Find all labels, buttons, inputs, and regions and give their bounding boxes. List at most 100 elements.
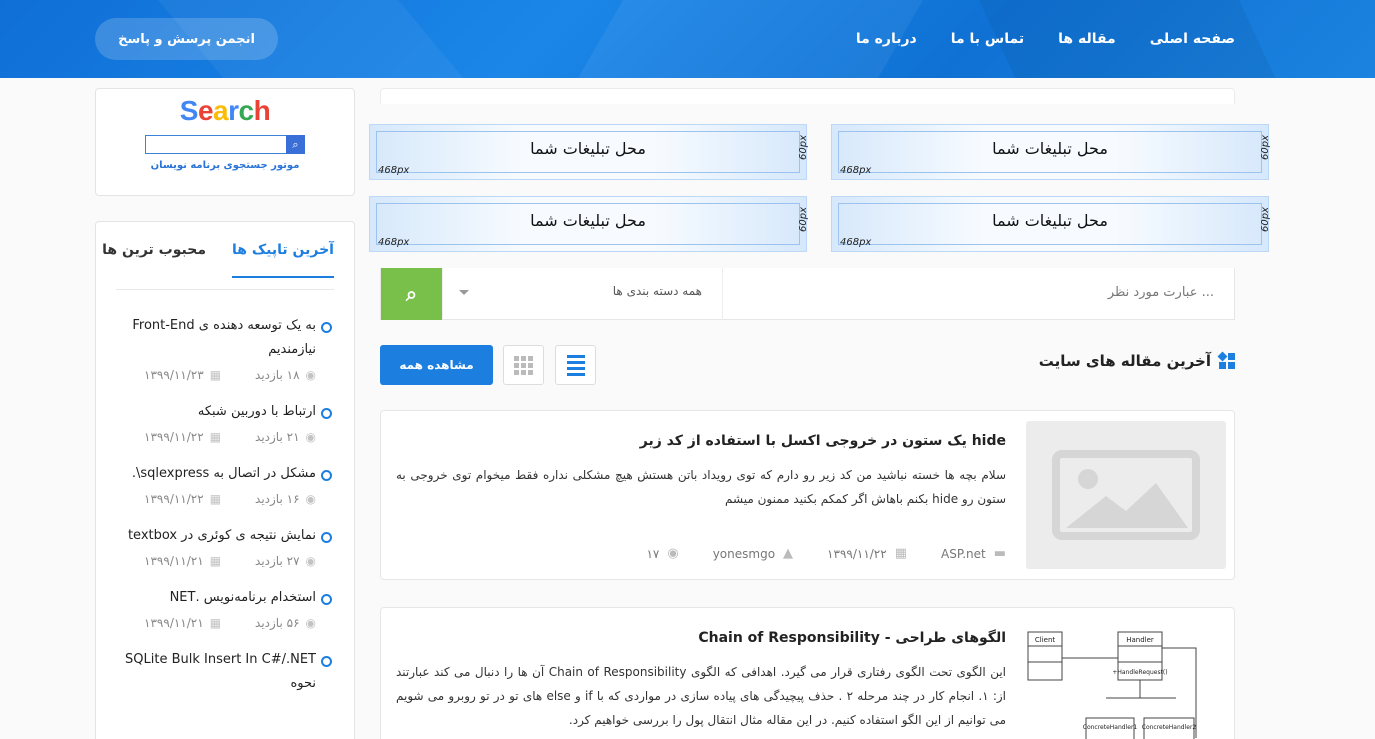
article-card[interactable]: Client Handler +HandleRequest() Concrete… [380,607,1235,739]
tabs-divider [116,289,334,290]
article-title[interactable]: hide یک ستون در خروجی اکسل با استفاده از… [396,429,1006,453]
article-content: hide یک ستون در خروجی اکسل با استفاده از… [396,429,1006,511]
ad-height-label: 60px [1260,207,1271,232]
ad-height-label: 60px [1260,135,1271,160]
article-content: الگوهای طراحی - Chain of Responsibility … [396,626,1006,732]
calendar-icon: ▦ [209,430,222,444]
article-category[interactable]: ASP.net [941,547,986,561]
search-input[interactable] [145,135,287,154]
topic-views: ۲۱ بازدید [255,430,300,444]
ad-width-label: 468px [378,237,410,248]
ad-banner[interactable]: محل تبلیغات شما 468px 60px [831,124,1271,180]
folder-icon: ▬ [993,546,1006,561]
ad-text: محل تبلیغات شما [530,211,646,230]
search-logo-letter: a [213,95,229,126]
image-placeholder-icon[interactable] [1026,421,1226,569]
ad-width-label: 468px [840,165,872,176]
list-icon [566,354,585,358]
diagram-label: +HandleRequest() [1112,669,1167,676]
eye-icon: ◉ [305,554,316,568]
search-logo-letter: r [228,95,239,126]
article-diagram-thumbnail[interactable]: Client Handler +HandleRequest() Concrete… [1026,618,1226,739]
keyword-input[interactable]: عبارت مورد نظر ... [1108,285,1214,300]
topic-title[interactable]: به یک توسعه دهنده ی Front-End نیازمندیم [114,314,334,362]
nav-home[interactable]: صفحه اصلی [1150,31,1235,47]
nav-articles[interactable]: مقاله ها [1058,31,1116,47]
topic-title[interactable]: مشکل در اتصال به sqlexpress\. [114,462,334,486]
ad-banner[interactable]: محل تبلیغات شما 468px 60px [369,196,809,252]
ad-height-label: 60px [798,207,809,232]
ad-text: محل تبلیغات شما [530,139,646,158]
search-logo-letter: c [238,95,255,126]
topic-meta: ◉ ۲۷ بازدید ▦ ۱۳۹۹/۱۱/۲۱ [114,554,334,568]
eye-icon: ◉ [667,546,679,561]
see-all-button[interactable]: مشاهده همه [380,345,493,385]
topic-title[interactable]: نمایش نتیجه ی کوئری در textbox [114,524,334,548]
diagram-label: ConcreteHandler1 [1083,724,1138,731]
list-item[interactable]: نمایش نتیجه ی کوئری در textbox ◉ ۲۷ بازد… [114,524,334,568]
topic-list: به یک توسعه دهنده ی Front-End نیازمندیم … [114,314,334,714]
topic-title[interactable]: SQLite Bulk Insert In C#/.NET نحوه [114,648,334,696]
forum-button[interactable]: انجمن پرسش و پاسخ [95,18,278,60]
search-button[interactable]: ⌕ [286,135,305,154]
topics-widget: آخرین تاپیک ها محبوب ترین ها به یک توسعه… [95,221,355,739]
topic-views: ۱۶ بازدید [255,492,300,506]
section-title-text: آخرین مقاله های سایت [1038,352,1211,370]
search-logo: Search [96,95,354,127]
topic-meta: ◉ ۵۶ بازدید ▦ ۱۳۹۹/۱۱/۲۱ [114,616,334,630]
search-icon: ⌕ [292,137,299,151]
eye-icon: ◉ [305,430,316,444]
eye-icon: ◉ [305,492,316,506]
calendar-icon: ▦ [894,546,907,561]
category-select[interactable]: همه دسته بندی ها [442,268,723,320]
tab-popular-topics[interactable]: محبوب ترین ها [102,242,206,278]
ad-width-label: 468px [378,165,410,176]
section-title: آخرین مقاله های سایت [1038,351,1235,370]
ad-banner[interactable]: محل تبلیغات شما 468px 60px [831,196,1271,252]
diagram-label: ConcreteHandler2 [1142,724,1197,731]
article-excerpt: این الگوی تحت الگوی رفتاری قرار می گیرد.… [396,665,1007,727]
list-item[interactable]: ارتباط با دوربین شبکه ◉ ۲۱ بازدید ▦ ۱۳۹۹… [114,400,334,444]
eye-icon: ◉ [305,616,316,630]
article-author[interactable]: yonesmgo [713,547,775,561]
category-select-value: همه دسته بندی ها [612,284,702,298]
topic-title[interactable]: استخدام برنامه‌نویس .NET [114,586,334,610]
search-logo-letter: e [197,95,214,126]
topic-date: ۱۳۹۹/۱۱/۲۲ [144,492,204,506]
list-item[interactable]: استخدام برنامه‌نویس .NET ◉ ۵۶ بازدید ▦ ۱… [114,586,334,630]
list-item[interactable]: مشکل در اتصال به sqlexpress\. ◉ ۱۶ بازدی… [114,462,334,506]
article-excerpt: سلام بچه ها خسته نباشید من کد زیر رو دار… [396,468,1006,506]
topic-views: ۱۸ بازدید [255,368,300,382]
search-caption: موتور جستجوی برنامه نویسان [150,160,300,171]
ad-text: محل تبلیغات شما [992,139,1108,158]
list-item[interactable]: SQLite Bulk Insert In C#/.NET نحوه [114,648,334,696]
article-views: ۱۷ [646,546,660,561]
topic-meta: ◉ ۲۱ بازدید ▦ ۱۳۹۹/۱۱/۲۲ [114,430,334,444]
grid-icon [514,355,519,361]
widgets-icon [1217,351,1235,369]
search-submit-button[interactable]: ⌕ [381,268,442,320]
topic-meta: ◉ ۱۸ بازدید ▦ ۱۳۹۹/۱۱/۲۳ [114,368,334,382]
topic-title[interactable]: ارتباط با دوربین شبکه [114,400,334,424]
ad-height-label: 60px [798,135,809,160]
tab-latest-topics[interactable]: آخرین تاپیک ها [232,242,334,278]
ad-width-label: 468px [840,237,872,248]
ad-banner[interactable]: محل تبلیغات شما 468px 60px [369,124,809,180]
content-strip [380,88,1235,104]
list-item[interactable]: به یک توسعه دهنده ی Front-End نیازمندیم … [114,314,334,382]
list-view-button[interactable] [555,345,596,385]
topic-views: ۲۷ بازدید [255,554,300,568]
user-icon: ▲ [783,546,794,561]
search-widget: Search ⌕ موتور جستجوی برنامه نویسان [95,88,355,196]
nav-about[interactable]: درباره ما [856,31,917,47]
search-logo-letter: S [179,95,199,126]
article-card[interactable]: hide یک ستون در خروجی اکسل با استفاده از… [380,410,1235,580]
topic-date: ۱۳۹۹/۱۱/۲۳ [144,368,204,382]
topic-meta: ◉ ۱۶ بازدید ▦ ۱۳۹۹/۱۱/۲۲ [114,492,334,506]
article-title[interactable]: الگوهای طراحی - Chain of Responsibility [396,626,1006,650]
site-header: صفحه اصلی مقاله ها تماس با ما درباره ما … [0,0,1375,78]
nav-contact[interactable]: تماس با ما [951,31,1024,47]
grid-view-button[interactable] [503,345,544,385]
article-search-bar: ⌕ همه دسته بندی ها عبارت مورد نظر ... [380,268,1235,320]
topics-tabs: آخرین تاپیک ها محبوب ترین ها [102,242,334,278]
